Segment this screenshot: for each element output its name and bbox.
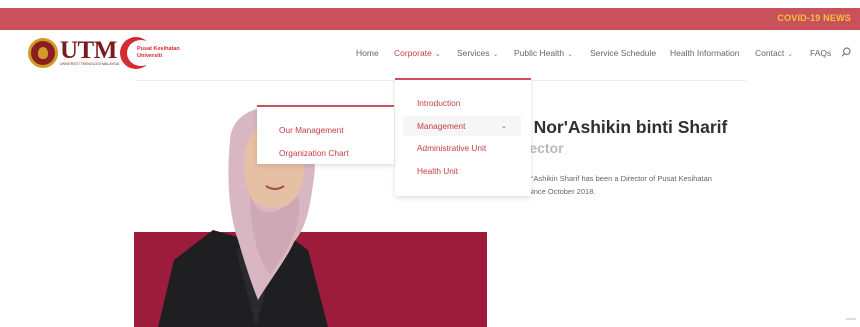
nav-faqs[interactable]: FAQs [810, 48, 831, 58]
nav-services-label: Services [457, 48, 490, 58]
chevron-down-icon: ⌄ [567, 51, 573, 58]
menu-item-health-unit[interactable]: Health Unit [417, 166, 458, 176]
chevron-down-icon: ⌄ [434, 51, 441, 58]
nav-corporate[interactable]: Corporate ⌄ [394, 48, 441, 58]
utm-logo[interactable]: UTM UNIVERSITI TEKNOLOGI MALAYSIA [28, 37, 120, 68]
nav-corporate-label: Corporate [394, 48, 432, 58]
submenu-item-our-management[interactable]: Our Management [279, 125, 344, 135]
pk-logo-line1: Pusat Kesihatan [137, 46, 180, 52]
covid-news-link[interactable]: COVID-19 NEWS [777, 13, 851, 23]
director-description-line1: Nor'Ashikin Sharif has been a Director o… [520, 174, 712, 183]
utm-wordmark: UTM [60, 37, 117, 64]
director-description-line2: M since October 2018. [520, 187, 596, 196]
utm-emblem-icon [28, 38, 58, 68]
menu-item-administrative-unit[interactable]: Administrative Unit [417, 143, 486, 153]
nav-home-label: Home [356, 48, 379, 58]
site-header: UTM UNIVERSITI TEKNOLOGI MALAYSIA Pusat … [0, 30, 860, 78]
scroll-indicator[interactable] [846, 318, 856, 320]
chevron-down-icon: ⌄ [492, 51, 499, 58]
nav-contact-label: Contact [755, 48, 785, 58]
search-icon[interactable] [841, 47, 851, 57]
director-name: r. Nor'Ashikin binti Sharif [518, 117, 728, 137]
nav-public-health-label: Public Health [514, 48, 565, 58]
menu-item-management[interactable]: Management [417, 121, 465, 131]
pk-logo-line2: Universiti [137, 53, 163, 59]
utm-subtitle: UNIVERSITI TEKNOLOGI MALAYSIA [60, 62, 120, 66]
menu-item-introduction[interactable]: Introduction [417, 98, 460, 108]
nav-health-information[interactable]: Health Information [670, 48, 739, 58]
nav-public-health[interactable]: Public Health ⌄ [514, 48, 573, 58]
nav-home[interactable]: Home [356, 48, 379, 58]
chevron-down-icon: ⌄ [787, 51, 794, 58]
chevron-down-icon: ⌄ [501, 123, 507, 130]
submenu-item-organization-chart[interactable]: Organization Chart [279, 148, 349, 158]
nav-services[interactable]: Services ⌄ [457, 48, 498, 58]
pusat-kesihatan-logo[interactable]: Pusat Kesihatan Universiti [120, 37, 190, 69]
top-bar: COVID-19 NEWS [0, 8, 860, 30]
nav-contact[interactable]: Contact ⌄ [755, 48, 793, 58]
nav-service-schedule[interactable]: Service Schedule [590, 48, 656, 58]
management-submenu: Our Management Organization Chart [257, 105, 394, 164]
corporate-dropdown: Introduction Management ⌄ Administrative… [395, 78, 531, 196]
